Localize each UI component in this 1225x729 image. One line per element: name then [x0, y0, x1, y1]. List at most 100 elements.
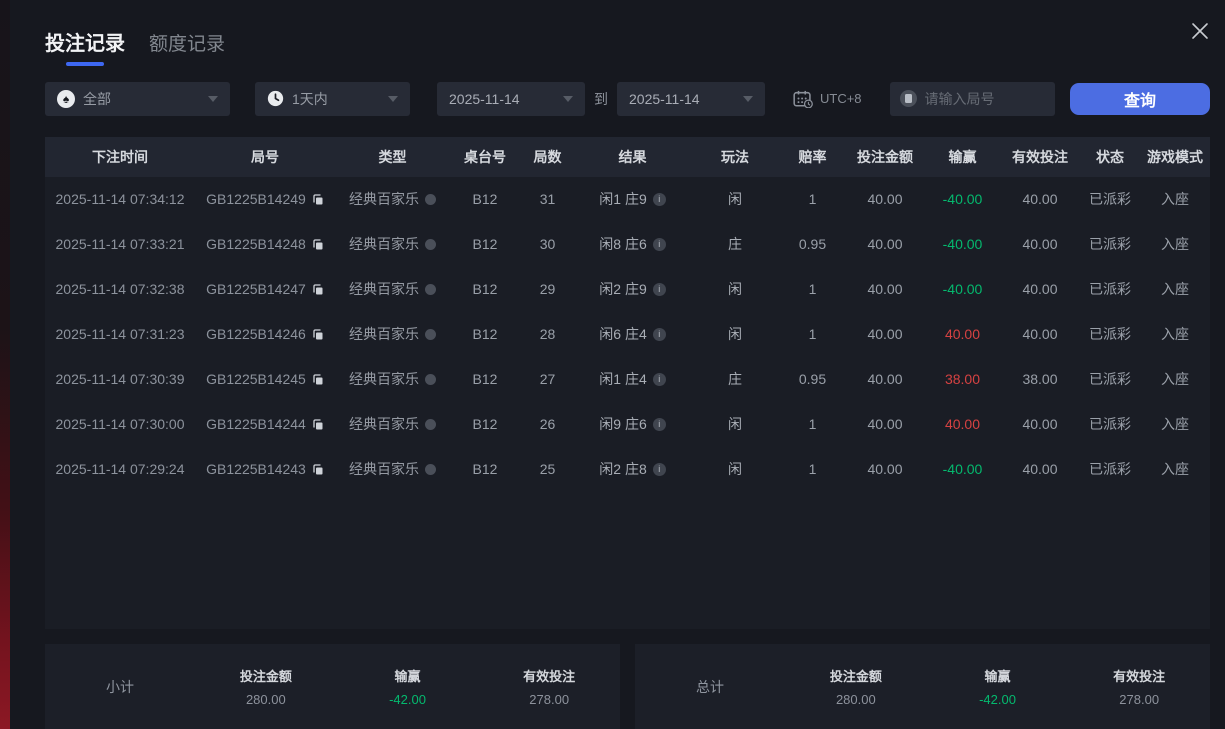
- shoe-no-cell: 30: [539, 236, 556, 253]
- col-win-loss: 输赢: [948, 148, 977, 165]
- round-id-search-box: [889, 81, 1055, 116]
- info-icon[interactable]: [652, 192, 666, 206]
- timezone-indicator: UTC+8: [793, 90, 862, 108]
- odds-cell: 1: [808, 416, 817, 433]
- bet-amount-cell: 40.00: [867, 461, 903, 478]
- game-dot-icon: [425, 328, 436, 340]
- subtotal-win-loss: 输赢 -42.00: [389, 669, 426, 707]
- bet-records-table: 下注时间 局号 类型 桌台号 局数 结果 玩法 赔率 投注金额 输赢 有效投注 …: [45, 136, 1210, 629]
- bet-time-cell: 2025-11-14 07:30:39: [55, 371, 185, 388]
- copy-icon[interactable]: [312, 283, 324, 296]
- copy-icon[interactable]: [312, 328, 324, 341]
- table-row: 2025-11-14 07:33:21 GB1225B14248 经典百家乐 B…: [45, 222, 1210, 267]
- game-dot-icon: [425, 238, 436, 250]
- table-row: 2025-11-14 07:31:23 GB1225B14246 经典百家乐 B…: [45, 312, 1210, 357]
- date-from-select[interactable]: 2025-11-14: [437, 81, 585, 116]
- chevron-down-icon: [743, 95, 753, 102]
- table-row: 2025-11-14 07:34:12 GB1225B14249 经典百家乐 B…: [45, 177, 1210, 222]
- info-icon[interactable]: [652, 417, 666, 431]
- copy-icon[interactable]: [312, 463, 324, 476]
- play-cell: 闲: [728, 416, 742, 433]
- result-cell: 闲2 庄8: [575, 447, 690, 492]
- status-cell: 已派彩: [1089, 461, 1131, 478]
- copy-icon[interactable]: [312, 193, 324, 206]
- to-label: 到: [594, 90, 608, 107]
- win-loss-cell: 40.00: [944, 416, 981, 433]
- info-icon[interactable]: [652, 462, 666, 476]
- game-dot-icon: [425, 373, 436, 385]
- close-button[interactable]: [1185, 18, 1215, 48]
- copy-icon[interactable]: [312, 238, 324, 251]
- col-status: 状态: [1096, 148, 1124, 165]
- game-dot-icon: [425, 283, 436, 295]
- shoe-no-cell: 26: [539, 416, 556, 433]
- chevron-down-icon: [563, 95, 573, 102]
- table-no-cell: B12: [472, 281, 498, 298]
- bet-time-cell: 2025-11-14 07:30:00: [55, 416, 185, 433]
- table-no-cell: B12: [472, 191, 498, 208]
- win-loss-cell: -40.00: [942, 461, 983, 478]
- table-header-row: 下注时间 局号 类型 桌台号 局数 结果 玩法 赔率 投注金额 输赢 有效投注 …: [45, 136, 1210, 177]
- bet-time-cell: 2025-11-14 07:31:23: [55, 326, 185, 343]
- play-cell: 闲: [728, 191, 742, 208]
- copy-icon[interactable]: [312, 418, 324, 431]
- play-cell: 闲: [728, 326, 742, 343]
- game-mode-cell: 入座: [1161, 281, 1189, 298]
- bet-records-dialog: 投注记录 额度记录 全部 1天内 2025-11-14 到: [10, 0, 1225, 729]
- game-mode-cell: 入座: [1161, 191, 1189, 208]
- play-cell: 闲: [728, 461, 742, 478]
- info-icon[interactable]: [652, 282, 666, 296]
- game-type-cell: 经典百家乐: [335, 357, 450, 402]
- table-body: 2025-11-14 07:34:12 GB1225B14249 经典百家乐 B…: [45, 177, 1210, 492]
- round-id-cell: GB1225B14244: [195, 402, 335, 447]
- date-to-select[interactable]: 2025-11-14: [617, 81, 765, 116]
- dialog-tabs: 投注记录 额度记录: [45, 26, 1210, 66]
- round-id-cell: GB1225B14245: [195, 357, 335, 402]
- shoe-no-cell: 28: [539, 326, 556, 343]
- result-cell: 闲2 庄9: [575, 267, 690, 312]
- total-bet-amount: 投注金额 280.00: [829, 669, 882, 707]
- win-loss-cell: -40.00: [942, 191, 983, 208]
- calendar-clock-icon: [793, 90, 813, 108]
- bet-time-cell: 2025-11-14 07:32:38: [55, 281, 185, 298]
- copy-icon[interactable]: [312, 373, 324, 386]
- valid-bet-cell: 38.00: [1022, 371, 1058, 388]
- close-icon: [1189, 20, 1211, 47]
- tab-quota-records[interactable]: 额度记录: [149, 29, 225, 66]
- game-type-select[interactable]: 全部: [45, 81, 230, 116]
- time-range-select[interactable]: 1天内: [255, 81, 410, 116]
- bet-amount-cell: 40.00: [867, 191, 903, 208]
- info-icon[interactable]: [652, 327, 666, 341]
- result-cell: 闲8 庄6: [575, 222, 690, 267]
- game-mode-cell: 入座: [1161, 416, 1189, 433]
- valid-bet-cell: 40.00: [1022, 191, 1058, 208]
- total-valid-bet: 有效投注 278.00: [1113, 669, 1166, 707]
- info-icon[interactable]: [652, 237, 666, 251]
- col-bet-time: 下注时间: [92, 148, 148, 165]
- odds-cell: 0.95: [798, 236, 827, 253]
- odds-cell: 1: [808, 326, 817, 343]
- tab-bet-records[interactable]: 投注记录: [45, 27, 125, 66]
- game-type-cell: 经典百家乐: [335, 447, 450, 492]
- win-loss-cell: 38.00: [944, 371, 981, 388]
- round-id-input[interactable]: [924, 90, 1045, 107]
- round-id-cell: GB1225B14248: [195, 222, 335, 267]
- query-button[interactable]: 查询: [1070, 82, 1210, 115]
- status-cell: 已派彩: [1089, 236, 1131, 253]
- time-range-value: 1天内: [292, 90, 328, 107]
- col-play: 玩法: [721, 148, 749, 165]
- table-row: 2025-11-14 07:30:39 GB1225B14245 经典百家乐 B…: [45, 357, 1210, 402]
- status-cell: 已派彩: [1089, 191, 1131, 208]
- status-cell: 已派彩: [1089, 326, 1131, 343]
- valid-bet-cell: 40.00: [1022, 416, 1058, 433]
- round-id-icon: [899, 90, 917, 108]
- subtotal-panel: 小计 投注金额 280.00 输赢 -42.00 有效投注 278.00: [45, 644, 620, 729]
- valid-bet-cell: 40.00: [1022, 461, 1058, 478]
- win-loss-cell: 40.00: [944, 326, 981, 343]
- background-page-strip: [0, 0, 10, 729]
- game-mode-cell: 入座: [1161, 461, 1189, 478]
- status-cell: 已派彩: [1089, 281, 1131, 298]
- game-mode-cell: 入座: [1161, 236, 1189, 253]
- table-no-cell: B12: [472, 326, 498, 343]
- info-icon[interactable]: [652, 372, 666, 386]
